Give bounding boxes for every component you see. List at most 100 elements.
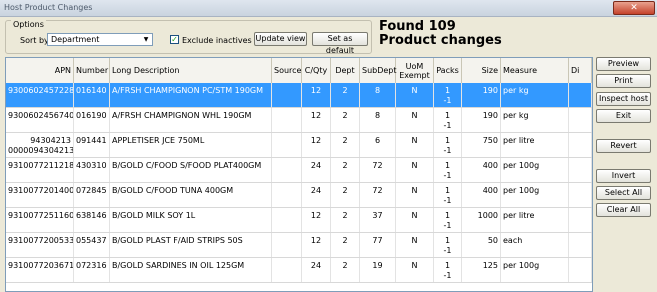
column-header-number[interactable]: Number — [74, 58, 110, 83]
column-header-source[interactable]: Source — [272, 58, 302, 83]
cell-apn: 9300602456740 — [6, 108, 74, 132]
table-row[interactable]: 9310077211218 430310 B/GOLD C/FOOD S/FOOD … — [6, 158, 592, 183]
cell-subdept: 8 — [360, 83, 396, 107]
cell-di — [569, 183, 592, 207]
cell-cqty: 12 — [302, 133, 331, 157]
cell-source — [272, 233, 302, 257]
cell-long-description: B/GOLD PLAST F/AID STRIPS 50S — [110, 233, 272, 257]
cell-measure: each — [501, 233, 569, 257]
column-header-di[interactable]: Di — [569, 58, 592, 83]
chevron-down-icon[interactable]: ▼ — [141, 35, 151, 44]
cell-cqty: 24 — [302, 258, 331, 282]
cell-cqty: 12 — [302, 108, 331, 132]
cell-di — [569, 233, 592, 257]
cell-subdept: 72 — [360, 183, 396, 207]
cell-apn: 9310077211218 — [6, 158, 74, 182]
cell-long-description: B/GOLD C/FOOD S/FOOD PLAT400GM — [110, 158, 272, 182]
table-row[interactable]: 9310077201400 072845 B/GOLD C/FOOD TUNA 40… — [6, 183, 592, 208]
column-header-cqty[interactable]: C/Qty — [302, 58, 331, 83]
summary: Found 109 Product changes — [379, 20, 502, 48]
cell-number: 430310 — [74, 158, 110, 182]
cell-source — [272, 258, 302, 282]
cell-dept: 2 — [331, 233, 360, 257]
exit-button[interactable]: Exit — [596, 109, 651, 123]
column-header-subdept[interactable]: SubDept — [360, 58, 397, 83]
found-count: Found 109 — [379, 19, 456, 34]
cell-number: 638146 — [74, 208, 110, 232]
table-row[interactable]: 9300602457228 016140 A/FRSH CHAMPIGNON PC/… — [6, 83, 592, 108]
print-button[interactable]: Print — [596, 74, 651, 88]
inspect-host-button[interactable]: Inspect host — [596, 92, 651, 106]
exclude-inactives-checkbox[interactable]: ✓ — [170, 35, 179, 44]
cell-subdept: 19 — [360, 258, 396, 282]
cell-apn: 9310077201400 — [6, 183, 74, 207]
cell-dept: 2 — [331, 208, 360, 232]
cell-di — [569, 133, 592, 157]
sort-by-label: Sort by — [20, 36, 49, 45]
cell-apn: 9300602457228 — [6, 83, 74, 107]
cell-source — [272, 158, 302, 182]
cell-apn: 94304213 0000094304213 — [6, 133, 74, 157]
cell-packs: 1 -1 — [434, 183, 462, 207]
cell-packs: 1 -1 — [434, 83, 462, 107]
cell-number: 072316 — [74, 258, 110, 282]
sort-by-dropdown[interactable]: Department ▼ — [47, 33, 153, 46]
table-row[interactable]: 94304213 0000094304213 091441 APPLETISER JC… — [6, 133, 592, 158]
cell-source — [272, 83, 302, 107]
cell-apn: 9310077203671 — [6, 258, 74, 282]
cell-uom-exempt: N — [396, 233, 434, 257]
column-header-dept[interactable]: Dept — [331, 58, 360, 83]
cell-uom-exempt: N — [396, 158, 434, 182]
cell-uom-exempt: N — [396, 133, 434, 157]
cell-size: 1000 — [462, 208, 501, 232]
cell-dept: 2 — [331, 83, 360, 107]
cell-size: 400 — [462, 183, 501, 207]
table-row[interactable]: 9310077203671 072316 B/GOLD SARDINES IN OI… — [6, 258, 592, 283]
cell-measure: per 100g — [501, 158, 569, 182]
cell-dept: 2 — [331, 158, 360, 182]
clear-all-button[interactable]: Clear All — [596, 203, 651, 217]
cell-dept: 2 — [331, 133, 360, 157]
set-as-default-button[interactable]: Set as default — [312, 32, 368, 55]
cell-apn: 9310077200533 — [6, 233, 74, 257]
invert-button[interactable]: Invert — [596, 169, 651, 183]
column-header-packs[interactable]: Packs — [434, 58, 462, 83]
column-header-size[interactable]: Size — [462, 58, 501, 83]
cell-subdept: 72 — [360, 158, 396, 182]
cell-packs: 1 -1 — [434, 158, 462, 182]
cell-long-description: B/GOLD SARDINES IN OIL 125GM — [110, 258, 272, 282]
column-header-uom-exempt[interactable]: UoM Exempt — [396, 58, 434, 83]
close-button[interactable]: ✕ — [613, 1, 655, 15]
cell-dept: 2 — [331, 183, 360, 207]
table-row[interactable]: 9310077251160 638146 B/GOLD MILK SOY 1L 12 2… — [6, 208, 592, 233]
cell-long-description: B/GOLD MILK SOY 1L — [110, 208, 272, 232]
cell-cqty: 12 — [302, 83, 331, 107]
revert-button[interactable]: Revert — [596, 139, 651, 153]
cell-apn: 9310077251160 — [6, 208, 74, 232]
cell-packs: 1 -1 — [434, 208, 462, 232]
cell-dept: 2 — [331, 258, 360, 282]
select-all-button[interactable]: Select All — [596, 186, 651, 200]
cell-packs: 1 -1 — [434, 133, 462, 157]
table-row[interactable]: 9300602456740 016190 A/FRSH CHAMPIGNON WHL… — [6, 108, 592, 133]
cell-uom-exempt: N — [396, 258, 434, 282]
cell-di — [569, 158, 592, 182]
cell-uom-exempt: N — [396, 108, 434, 132]
title-bar: Host Product Changes ✕ — [0, 0, 657, 17]
cell-source — [272, 208, 302, 232]
cell-cqty: 24 — [302, 183, 331, 207]
cell-di — [569, 258, 592, 282]
column-header-apn[interactable]: APN — [6, 58, 74, 83]
cell-number: 091441 — [74, 133, 110, 157]
cell-di — [569, 83, 592, 107]
update-view-button[interactable]: Update view — [254, 32, 307, 46]
window-title: Host Product Changes — [4, 3, 93, 12]
column-header-measure[interactable]: Measure — [501, 58, 569, 83]
column-header-long-description[interactable]: Long Description — [110, 58, 272, 83]
cell-long-description: APPLETISER JCE 750ML — [110, 133, 272, 157]
table-row[interactable]: 9310077200533 055437 B/GOLD PLAST F/AID ST… — [6, 233, 592, 258]
product-changes-table[interactable]: APN Number Long Description Source C/Qty… — [5, 57, 593, 292]
cell-subdept: 77 — [360, 233, 396, 257]
cell-long-description: A/FRSH CHAMPIGNON WHL 190GM — [110, 108, 272, 132]
preview-button[interactable]: Preview — [596, 57, 651, 71]
